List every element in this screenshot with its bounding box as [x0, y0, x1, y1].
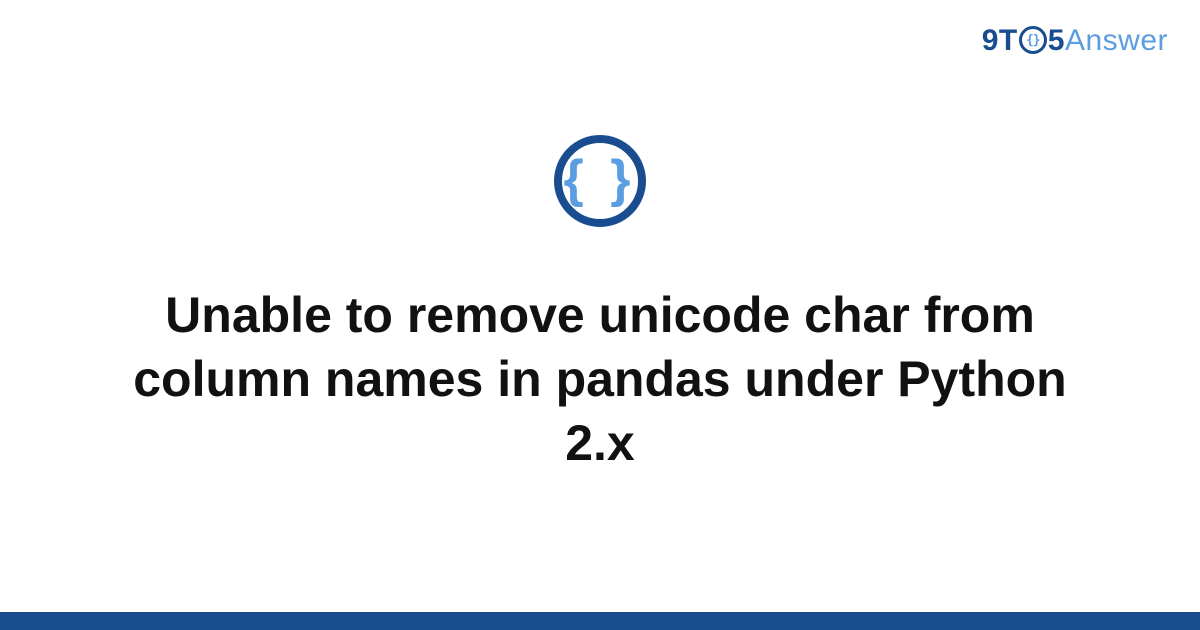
- main-content: { } Unable to remove unicode char from c…: [0, 0, 1200, 630]
- braces-icon: { }: [564, 153, 637, 205]
- footer-accent-bar: [0, 612, 1200, 630]
- category-icon: { }: [554, 135, 646, 227]
- question-title: Unable to remove unicode char from colum…: [120, 283, 1080, 475]
